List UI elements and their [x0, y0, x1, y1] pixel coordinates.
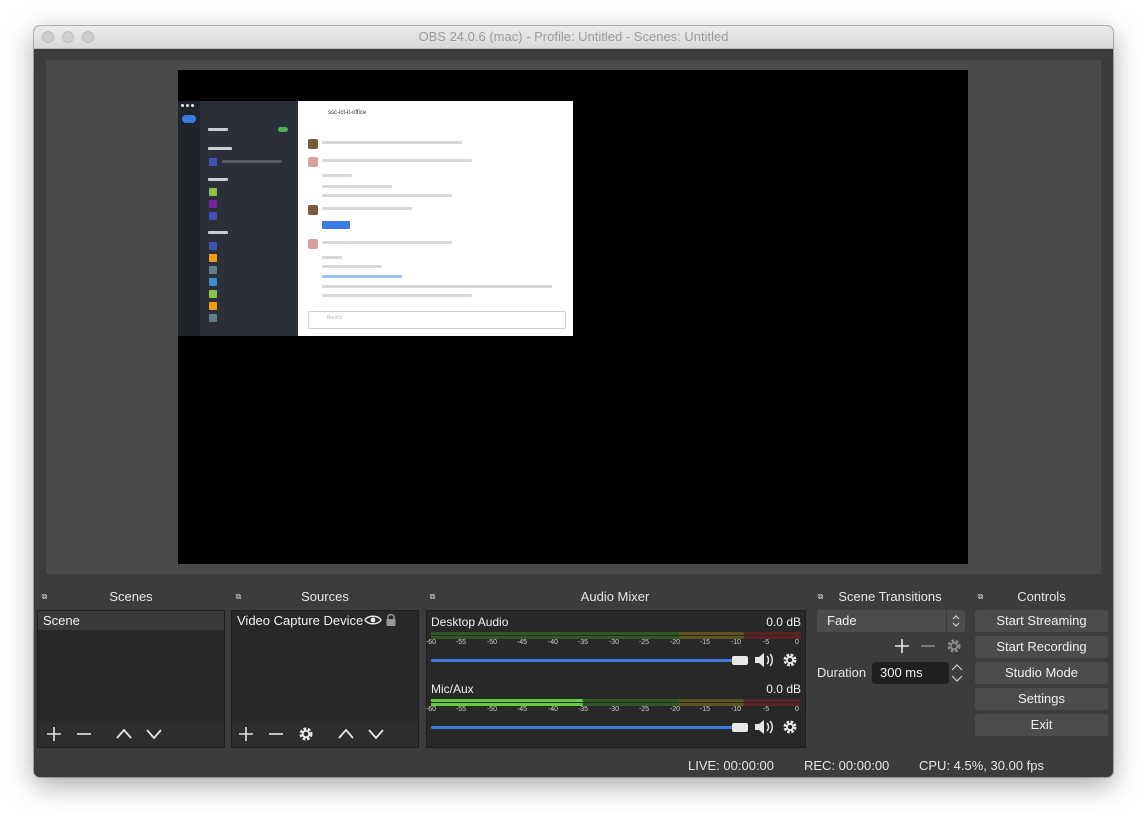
undock-icon[interactable]: ⧉: [976, 592, 985, 601]
meter-zone: [678, 632, 744, 635]
desktop-audio-scale: -60 -55 -50 -45 -40 -35 -30 -25 -20 -15 …: [425, 639, 799, 646]
obs-window: OBS 24.0.6 (mac) - Profile: Untitled - S…: [34, 26, 1113, 777]
undock-icon[interactable]: ⧉: [234, 592, 243, 601]
undock-icon[interactable]: ⧉: [428, 592, 437, 601]
plus-icon: [239, 727, 253, 741]
desktop-audio-gear-icon[interactable]: [781, 651, 799, 669]
chevron-down-icon: [368, 729, 384, 740]
video-capture-preview: ssc-ict-it-office Bericht: [178, 101, 573, 336]
scenes-list[interactable]: Scene: [37, 610, 225, 722]
preview-area[interactable]: ssc-ict-it-office Bericht: [46, 60, 1101, 574]
meter-level: [431, 699, 583, 702]
visibility-eye-icon[interactable]: [364, 613, 382, 627]
transition-select[interactable]: Fade: [817, 610, 965, 632]
duration-stepper[interactable]: [949, 662, 965, 684]
scenes-toolbar: [37, 721, 225, 748]
desktop-audio-meter-top: [431, 632, 801, 635]
cpu-status: CPU: 4.5%, 30.00 fps: [919, 758, 1045, 773]
scene-item[interactable]: Scene: [38, 611, 224, 630]
mic-aux-meter-top: [431, 699, 801, 702]
add-transition-button[interactable]: [892, 637, 912, 655]
desktop-audio-volume-handle[interactable]: [732, 656, 748, 665]
meter-zone: [678, 699, 744, 702]
rec-status: REC: 00:00:00: [804, 758, 890, 773]
meter-zone: [743, 632, 801, 635]
start-recording-button[interactable]: Start Recording: [975, 636, 1108, 658]
mic-aux-label: Mic/Aux: [431, 682, 474, 696]
preview-canvas[interactable]: ssc-ict-it-office Bericht: [178, 70, 968, 564]
meter-zone: [431, 632, 679, 635]
desktop-audio-db: 0.0 dB: [766, 615, 801, 629]
remove-source-button[interactable]: [266, 725, 286, 743]
settings-button[interactable]: Settings: [975, 688, 1108, 710]
desktop-audio-label: Desktop Audio: [431, 615, 509, 629]
move-scene-down-button[interactable]: [144, 725, 164, 743]
chevron-up-icon: [338, 728, 354, 739]
mic-aux-db: 0.0 dB: [766, 682, 801, 696]
desktop-audio-volume-slider[interactable]: [431, 659, 741, 662]
speaker-icon[interactable]: [753, 651, 777, 669]
undock-icon[interactable]: ⧉: [40, 592, 49, 601]
select-chevron-icon: [946, 610, 965, 632]
audio-mixer-panel: Desktop Audio 0.0 dB -60 -55 -50 -45 -40…: [426, 610, 806, 748]
remove-scene-button[interactable]: [74, 725, 94, 743]
captured-channel-title: ssc-ict-it-office: [328, 110, 367, 116]
chevron-up-icon: [116, 728, 132, 739]
source-name: Video Capture Device: [237, 613, 364, 628]
move-source-up-button[interactable]: [336, 725, 356, 743]
move-scene-up-button[interactable]: [114, 725, 134, 743]
duration-input[interactable]: 300 ms: [872, 662, 949, 684]
scenes-title: Scenes: [109, 589, 153, 604]
mic-aux-volume-handle[interactable]: [732, 723, 748, 732]
meter-zone: [743, 699, 801, 702]
gear-icon: [947, 639, 961, 653]
scene-transitions-title: Scene Transitions: [838, 589, 942, 604]
exit-button[interactable]: Exit: [975, 714, 1108, 736]
mic-aux-scale: -60 -55 -50 -45 -40 -35 -30 -25 -20 -15 …: [425, 706, 799, 713]
move-source-down-button[interactable]: [366, 725, 386, 743]
captured-message-input: Bericht: [308, 311, 566, 329]
window-title: OBS 24.0.6 (mac) - Profile: Untitled - S…: [418, 29, 729, 44]
speaker-icon[interactable]: [753, 718, 777, 736]
sources-toolbar: [231, 721, 419, 748]
mic-aux-gear-icon[interactable]: [781, 718, 799, 736]
plus-icon: [895, 639, 909, 653]
undock-icon[interactable]: ⧉: [816, 592, 825, 601]
lock-icon[interactable]: [384, 612, 398, 627]
add-source-button[interactable]: [236, 725, 256, 743]
sources-title: Sources: [301, 589, 349, 604]
source-properties-button[interactable]: [296, 725, 316, 743]
minus-icon: [921, 645, 935, 647]
sources-list[interactable]: Video Capture Device: [231, 610, 419, 722]
gear-icon: [299, 727, 313, 741]
studio-mode-button[interactable]: Studio Mode: [975, 662, 1108, 684]
plus-icon: [47, 727, 61, 741]
duration-label: Duration: [817, 665, 867, 680]
minus-icon: [269, 733, 283, 735]
remove-transition-button[interactable]: [918, 637, 938, 655]
live-status: LIVE: 00:00:00: [688, 758, 775, 773]
transition-properties-button[interactable]: [944, 637, 964, 655]
title-bar: OBS 24.0.6 (mac) - Profile: Untitled - S…: [34, 26, 1113, 49]
minus-icon: [77, 733, 91, 735]
controls-title: Controls: [1017, 589, 1066, 604]
chevron-down-icon: [146, 729, 162, 740]
audio-mixer-title: Audio Mixer: [580, 589, 650, 604]
start-streaming-button[interactable]: Start Streaming: [975, 610, 1108, 632]
mic-aux-volume-slider[interactable]: [431, 726, 741, 729]
add-scene-button[interactable]: [44, 725, 64, 743]
